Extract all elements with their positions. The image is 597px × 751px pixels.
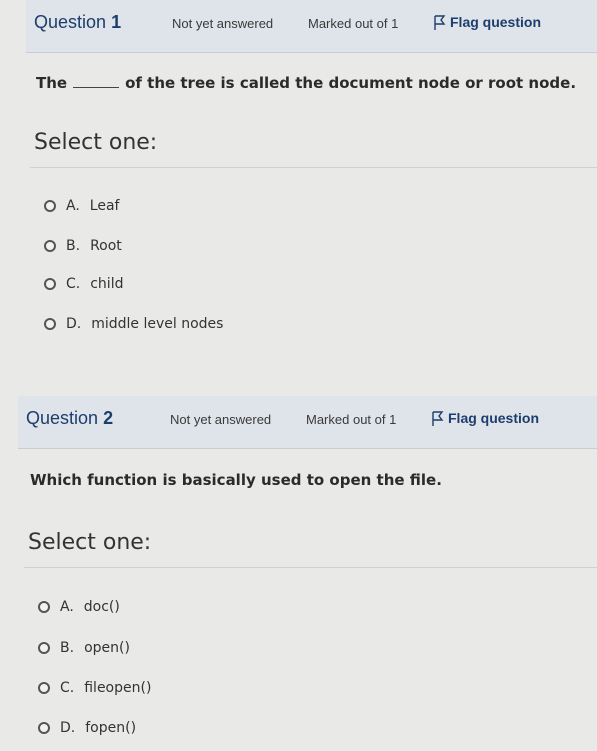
- question-1-marks: Marked out of 1: [308, 16, 399, 31]
- flag-icon: [432, 411, 444, 427]
- question-2-option-a[interactable]: A. doc(): [38, 599, 120, 615]
- question-1-header: Question 1 Not yet answered Marked out o…: [26, 0, 597, 53]
- question-1-option-a[interactable]: A. Leaf: [44, 198, 119, 214]
- question-2-header: Question 2 Not yet answered Marked out o…: [18, 396, 597, 449]
- radio-button[interactable]: [44, 240, 56, 252]
- question-1-flag-button[interactable]: Flag question: [434, 14, 541, 31]
- question-1-text: The of the tree is called the document no…: [36, 74, 577, 92]
- question-2-option-c[interactable]: C. fileopen(): [38, 680, 151, 696]
- question-2-option-b[interactable]: B. open(): [38, 640, 130, 656]
- question-2-text: Which function is basically used to open…: [30, 471, 442, 489]
- question-2-flag-button[interactable]: Flag question: [432, 410, 539, 427]
- question-1-number: Question 1: [34, 12, 122, 32]
- radio-button[interactable]: [44, 318, 56, 330]
- radio-button[interactable]: [38, 682, 50, 694]
- question-1-option-d[interactable]: D. middle level nodes: [44, 316, 223, 332]
- question-2-flag-label: Flag question: [448, 410, 539, 426]
- question-2-option-d[interactable]: D. fopen(): [38, 720, 136, 736]
- question-1-option-b[interactable]: B. Root: [44, 238, 122, 254]
- question-1-option-c[interactable]: C. child: [44, 276, 123, 292]
- question-2-select-label: Select one:: [28, 530, 152, 555]
- radio-button[interactable]: [38, 642, 50, 654]
- question-2-number: Question 2: [26, 408, 114, 428]
- question-1-flag-label: Flag question: [450, 14, 541, 30]
- question-1-divider: [30, 167, 597, 168]
- question-1-status: Not yet answered: [172, 16, 274, 31]
- radio-button[interactable]: [38, 722, 50, 734]
- question-1-select-label: Select one:: [34, 130, 158, 155]
- flag-icon: [434, 15, 446, 31]
- question-2-status: Not yet answered: [170, 412, 272, 427]
- question-2-marks: Marked out of 1: [306, 412, 397, 427]
- radio-button[interactable]: [44, 278, 56, 290]
- question-2-divider: [24, 567, 597, 568]
- radio-button[interactable]: [38, 601, 50, 613]
- answer-blank: [73, 75, 120, 88]
- radio-button[interactable]: [44, 200, 56, 212]
